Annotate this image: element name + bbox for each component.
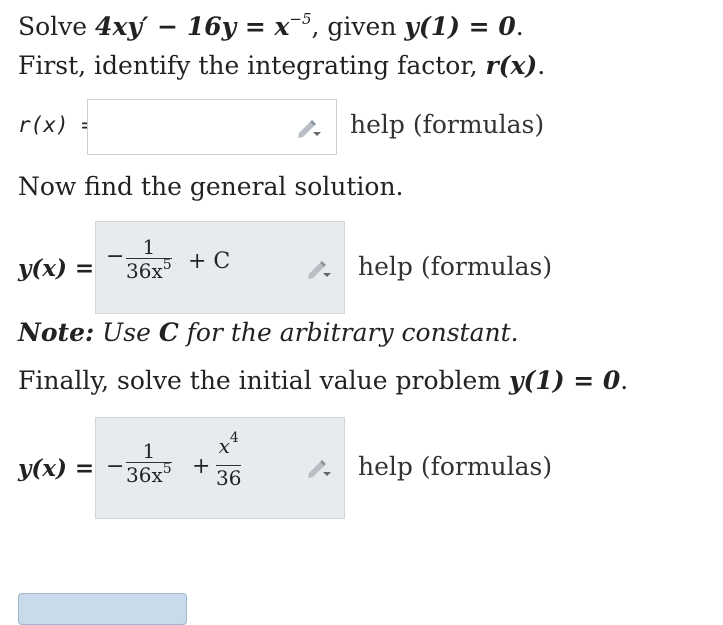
note-bold: Note: — [18, 318, 95, 347]
step2-label: y(x) = — [18, 255, 95, 282]
general-solution-input[interactable]: − 1 36x5 + C — [95, 221, 345, 314]
step2-neg-sign: − — [106, 244, 125, 269]
problem-exponent: −5 — [289, 10, 312, 28]
particular-solution-input[interactable]: − 1 36x5 + x4 36 — [95, 417, 345, 519]
step3-fraction-1: 1 36x5 — [126, 440, 172, 490]
help-formulas-link-1[interactable]: help (formulas) — [350, 110, 544, 139]
problem-condition: y(1) = 0 — [404, 12, 516, 41]
step1-label: r(x) = — [18, 113, 94, 137]
note-before: Use — [94, 318, 159, 347]
step2-frac-den-exp: 5 — [162, 257, 172, 273]
step1-prompt-var: r(x) — [485, 51, 538, 80]
step3-prompt-cond: y(1) = 0 — [508, 366, 621, 395]
step3-prompt: Finally, solve the initial value problem… — [18, 366, 628, 395]
step3-fraction-2: x4 36 — [216, 430, 242, 490]
step3-prompt-end: . — [620, 366, 629, 395]
step3-frac1-den: 36x — [126, 463, 163, 487]
step1-prompt-end: . — [537, 51, 546, 80]
step3-prompt-text: Finally, solve the initial value problem — [18, 366, 509, 395]
problem-end: . — [515, 12, 524, 41]
step3-label: y(x) = — [18, 455, 95, 482]
step2-fraction: 1 36x5 — [126, 236, 172, 286]
step3-frac2-num-exp: 4 — [229, 430, 239, 446]
step1-prompt: First, identify the integrating factor, … — [18, 51, 545, 80]
step1-prompt-text: First, identify the integrating factor, — [18, 51, 486, 80]
problem-prefix: Solve — [18, 12, 96, 41]
step3-frac1-num: 1 — [142, 439, 156, 463]
step3-plus: + — [192, 454, 211, 479]
pencil-icon[interactable] — [306, 458, 332, 478]
step3-frac1-den-exp: 5 — [162, 461, 172, 477]
step3-frac2-num: x — [218, 434, 230, 458]
note-text: Note: Use C for the arbitrary constant. — [18, 318, 519, 347]
step2-prompt: Now find the general solution. — [18, 172, 404, 201]
problem-statement: Solve 4xy′ − 16y = x−5, given y(1) = 0. — [18, 10, 524, 41]
problem-equation: 4xy′ − 16y = x — [95, 12, 290, 41]
note-after: for the arbitrary constant. — [178, 318, 519, 347]
integrating-factor-input[interactable] — [87, 99, 337, 155]
step3-frac2-den: 36 — [216, 466, 242, 490]
help-formulas-link-3[interactable]: help (formulas) — [358, 452, 552, 481]
help-formulas-link-2[interactable]: help (formulas) — [358, 252, 552, 281]
pencil-icon[interactable] — [296, 118, 322, 138]
submit-button[interactable] — [18, 593, 187, 625]
step2-frac-den: 36x — [126, 259, 163, 283]
step2-plus-c: + C — [188, 249, 231, 274]
problem-given: , given — [311, 12, 405, 41]
pencil-icon[interactable] — [306, 259, 332, 279]
note-var: C — [158, 318, 179, 347]
step3-neg-sign: − — [106, 454, 125, 479]
step2-frac-num: 1 — [142, 235, 156, 259]
